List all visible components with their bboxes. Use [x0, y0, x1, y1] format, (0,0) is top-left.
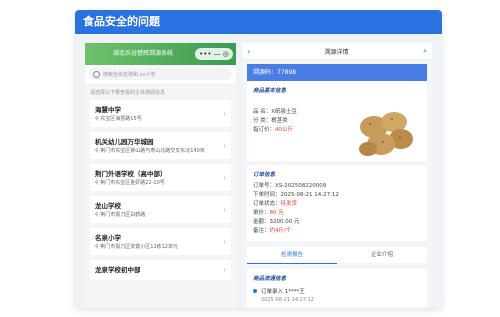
section-title: 商品流通信息 [253, 276, 287, 282]
page-title: 溯源详情 [324, 48, 349, 56]
window-title: 食品安全的问题 [75, 10, 442, 34]
list-item[interactable]: 机关幼儿园万华城园 ⚲ 荆门市东宝区钟山路与寿山北路交叉东北140米 › [90, 132, 231, 159]
tab-company-intro[interactable]: 企业介绍 [337, 247, 427, 263]
minimize-icon[interactable]: — [214, 48, 221, 60]
chevron-right-icon: › [223, 205, 226, 214]
right-phone-screen: ‹ 溯源详情 ⌕ 溯源码：77898 商品基本信息 品 名：X纸吸土豆 分 类：… [242, 43, 432, 308]
school-name: 名泉小学 [95, 234, 121, 242]
order-info-section: 订单信息 订单号：XS-202508220009 下单时间：2025-08-21… [247, 165, 427, 241]
school-address: ⚲ 东宝区海慧路15号 [95, 116, 142, 122]
school-address: ⚲ 荆门市掇刀区安置小区11栋12单元 [95, 244, 178, 250]
mini-program-title-bar: 湖北农谷楚辉溯源系统 ••• — ◎ [85, 43, 236, 65]
list-item[interactable]: 荆门外语学校（高中部） ⚲ 荆门市东宝区金虾路22-10号 › [90, 164, 231, 191]
circulation-section: 商品流通信息 订单录入 1****王 2025-08-21 14:27:12 [247, 269, 427, 308]
order-amount: 金额：3200.00 元 [253, 219, 300, 225]
close-icon[interactable]: ◎ [223, 48, 229, 60]
school-address: ⚲ 荆门市东宝区金虾路22-10号 [95, 180, 165, 186]
left-phone-screen: 湖北农谷楚辉溯源系统 ••• — ◎ 搜索全体名称和 xx小学 请选择以下要查看… [85, 43, 236, 308]
order-time: 下单时间：2025-08-21 14:27:12 [253, 192, 339, 198]
section-title: 订单信息 [253, 172, 276, 178]
list-item[interactable]: 名泉小学 ⚲ 荆门市掇刀区安置小区11栋12单元 › [90, 228, 231, 255]
timeline-dot-icon [253, 289, 257, 293]
app-title: 湖北农谷楚辉溯源系统 [113, 50, 174, 57]
school-address: ⚲ 荆门市东宝区钟山路与寿山北路交叉东北140米 [95, 148, 205, 154]
list-item[interactable]: 龙山学校 ⚲ 荆门市掇刀区白鹤路 › [90, 196, 231, 223]
tab-inspection-report[interactable]: 检测报告 [247, 247, 337, 264]
search-row: 搜索全体名称和 xx小学 [85, 65, 236, 83]
more-icon[interactable]: ••• [199, 48, 211, 60]
search-icon [93, 70, 100, 78]
back-icon[interactable]: ‹ [247, 47, 250, 56]
school-name: 荆门外语学校（高中部） [95, 170, 167, 178]
section-title: 商品基本信息 [253, 88, 287, 94]
search-placeholder: 搜索全体名称和 xx小学 [103, 71, 156, 78]
list-item[interactable]: 海慧中学 ⚲ 东宝区海慧路15号 › [90, 100, 231, 127]
school-name: 海慧中学 [95, 106, 121, 114]
potato-product-image [359, 112, 413, 156]
detail-tabs: 检测报告 企业介绍 [247, 247, 427, 264]
school-name: 龙泉学校初中部 [95, 266, 141, 274]
select-hint: 请选择以下要查看的主体溯源信息 [90, 90, 166, 96]
chevron-right-icon: › [223, 141, 226, 150]
timeline-title: 订单录入 1****王 [261, 289, 305, 295]
trace-code-bar: 溯源码：77898 [247, 64, 427, 81]
search-icon[interactable]: ⌕ [423, 47, 427, 56]
school-name: 机关幼儿园万华城园 [95, 138, 154, 146]
search-input[interactable]: 搜索全体名称和 xx小学 [89, 68, 232, 80]
order-note: 备注：约4斤/个 [253, 228, 292, 234]
order-number: 订单号：XS-202508220009 [253, 183, 327, 189]
timeline-time: 2025-08-21 14:27:12 [261, 297, 315, 303]
chevron-right-icon: › [223, 237, 226, 246]
chevron-right-icon: › [223, 109, 226, 118]
mini-program-capsule[interactable]: ••• — ◎ [195, 48, 233, 60]
school-name: 龙山学校 [95, 202, 121, 210]
list-item[interactable]: 龙泉学校初中部 › [90, 260, 231, 280]
chevron-right-icon: › [223, 173, 226, 182]
timeline-item: 订单录入 1****王 2025-08-21 14:27:12 [253, 287, 421, 303]
chevron-right-icon: › [223, 266, 226, 274]
detail-nav-bar: ‹ 溯源详情 ⌕ [242, 43, 432, 60]
order-unit-price: 单价：80 元 [253, 210, 284, 216]
order-status: 订单状态：待发货 [253, 201, 298, 207]
school-address: ⚲ 荆门市掇刀区白鹤路 [95, 212, 146, 218]
window-card: 食品安全的问题 湖北农谷楚辉溯源系统 ••• — ◎ 搜索全体名称和 xx小学 … [75, 10, 442, 308]
